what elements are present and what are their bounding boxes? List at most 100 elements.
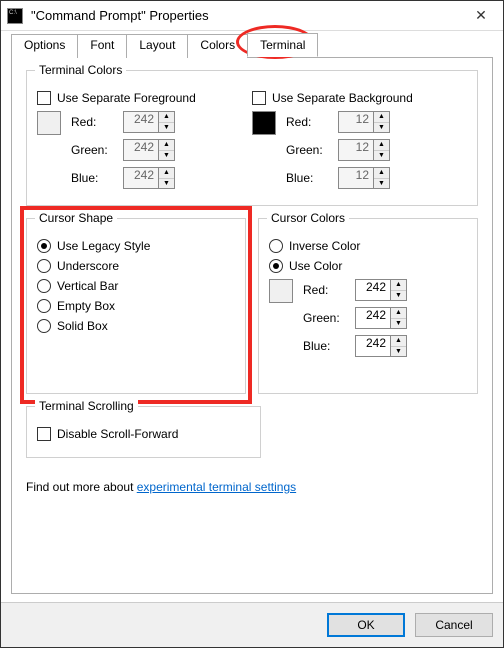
cursor-blue-spinner[interactable]: 242 ▲▼ — [355, 335, 407, 357]
spinner-buttons[interactable]: ▲▼ — [374, 167, 390, 189]
chevron-down-icon: ▼ — [374, 151, 389, 161]
group-cursor-shape: Cursor Shape Use Legacy Style Underscore… — [26, 218, 246, 394]
radio-inverse-color[interactable]: Inverse Color — [269, 239, 467, 253]
fg-red-label: Red: — [71, 115, 115, 129]
cancel-button[interactable]: Cancel — [415, 613, 493, 637]
chevron-up-icon: ▲ — [159, 168, 174, 179]
legend-terminal-colors: Terminal Colors — [35, 63, 126, 77]
help-link-prefix: Find out more about — [26, 480, 137, 494]
cursor-green-label: Green: — [303, 311, 347, 325]
legend-cursor-shape: Cursor Shape — [35, 211, 117, 225]
chevron-down-icon: ▼ — [391, 319, 406, 329]
help-link[interactable]: experimental terminal settings — [137, 480, 296, 494]
radio-icon — [37, 299, 51, 313]
radio-underscore[interactable]: Underscore — [37, 259, 235, 273]
cursor-green-spinner[interactable]: 242 ▲▼ — [355, 307, 407, 329]
radio-icon — [37, 319, 51, 333]
bg-green-spinner[interactable]: 12 ▲▼ — [338, 139, 390, 161]
close-button[interactable]: ✕ — [459, 1, 503, 31]
legend-terminal-scrolling: Terminal Scrolling — [35, 399, 138, 413]
radio-solid-box[interactable]: Solid Box — [37, 319, 235, 333]
bg-blue-label: Blue: — [286, 171, 330, 185]
checkbox-separate-foreground[interactable]: Use Separate Foreground — [37, 91, 252, 105]
client-area: Options Font Layout Colors Terminal Term… — [1, 31, 503, 602]
properties-window: "Command Prompt" Properties ✕ Options Fo… — [0, 0, 504, 648]
checkbox-disable-scroll-forward[interactable]: Disable Scroll-Forward — [37, 427, 250, 441]
fg-green-spinner[interactable]: 242 ▲▼ — [123, 139, 175, 161]
radio-empty-box[interactable]: Empty Box — [37, 299, 235, 313]
fg-blue-spinner[interactable]: 242 ▲▼ — [123, 167, 175, 189]
chevron-up-icon: ▲ — [374, 112, 389, 123]
fg-blue-value: 242 — [123, 167, 159, 189]
spinner-buttons[interactable]: ▲▼ — [159, 139, 175, 161]
spinner-buttons[interactable]: ▲▼ — [391, 279, 407, 301]
spinner-buttons[interactable]: ▲▼ — [159, 111, 175, 133]
bg-red-spinner[interactable]: 12 ▲▼ — [338, 111, 390, 133]
spinner-buttons[interactable]: ▲▼ — [391, 335, 407, 357]
cursor-blue-label: Blue: — [303, 339, 347, 353]
window-title: "Command Prompt" Properties — [31, 8, 459, 23]
radio-label: Underscore — [57, 259, 119, 273]
ok-button[interactable]: OK — [327, 613, 405, 637]
radio-vertical-bar[interactable]: Vertical Bar — [37, 279, 235, 293]
chevron-down-icon: ▼ — [391, 347, 406, 357]
cursor-red-spinner[interactable]: 242 ▲▼ — [355, 279, 407, 301]
chevron-down-icon: ▼ — [374, 179, 389, 189]
radio-label: Inverse Color — [289, 239, 360, 253]
group-cursor-colors: Cursor Colors Inverse Color Use Color — [258, 218, 478, 394]
fg-green-value: 242 — [123, 139, 159, 161]
cursor-red-value: 242 — [355, 279, 391, 301]
radio-label: Vertical Bar — [57, 279, 118, 293]
bg-red-value: 12 — [338, 111, 374, 133]
titlebar: "Command Prompt" Properties ✕ — [1, 1, 503, 31]
radio-label: Use Legacy Style — [57, 239, 150, 253]
radio-legacy-style[interactable]: Use Legacy Style — [37, 239, 235, 253]
chevron-down-icon: ▼ — [159, 151, 174, 161]
checkbox-separate-background[interactable]: Use Separate Background — [252, 91, 467, 105]
tabstrip: Options Font Layout Colors Terminal — [11, 33, 493, 57]
app-icon — [7, 8, 23, 24]
chevron-up-icon: ▲ — [159, 112, 174, 123]
chevron-up-icon: ▲ — [374, 140, 389, 151]
radio-icon — [269, 259, 283, 273]
tab-font[interactable]: Font — [77, 34, 127, 58]
checkbox-icon — [37, 91, 51, 105]
close-icon: ✕ — [475, 7, 487, 24]
radio-icon — [37, 239, 51, 253]
spinner-buttons[interactable]: ▲▼ — [374, 139, 390, 161]
legend-cursor-colors: Cursor Colors — [267, 211, 349, 225]
spinner-buttons[interactable]: ▲▼ — [391, 307, 407, 329]
chevron-down-icon: ▼ — [391, 291, 406, 301]
bg-green-label: Green: — [286, 143, 330, 157]
group-terminal-colors: Terminal Colors Use Separate Foreground — [26, 70, 478, 206]
checkbox-label: Disable Scroll-Forward — [57, 427, 178, 441]
tab-panel-terminal: Terminal Colors Use Separate Foreground — [11, 57, 493, 594]
tab-terminal[interactable]: Terminal — [247, 33, 318, 57]
cursor-color-swatch[interactable] — [269, 279, 293, 303]
fg-red-spinner[interactable]: 242 ▲▼ — [123, 111, 175, 133]
checkbox-icon — [37, 427, 51, 441]
bg-blue-spinner[interactable]: 12 ▲▼ — [338, 167, 390, 189]
tab-options[interactable]: Options — [11, 34, 78, 58]
radio-use-color[interactable]: Use Color — [269, 259, 467, 273]
chevron-up-icon: ▲ — [391, 336, 406, 347]
spinner-buttons[interactable]: ▲▼ — [374, 111, 390, 133]
checkbox-icon — [252, 91, 266, 105]
bg-green-value: 12 — [338, 139, 374, 161]
chevron-down-icon: ▼ — [159, 123, 174, 133]
tab-colors[interactable]: Colors — [187, 34, 248, 58]
chevron-up-icon: ▲ — [374, 168, 389, 179]
group-terminal-scrolling: Terminal Scrolling Disable Scroll-Forwar… — [26, 406, 261, 458]
chevron-up-icon: ▲ — [391, 308, 406, 319]
chevron-down-icon: ▼ — [159, 179, 174, 189]
chevron-down-icon: ▼ — [374, 123, 389, 133]
radio-icon — [37, 259, 51, 273]
spinner-buttons[interactable]: ▲▼ — [159, 167, 175, 189]
cursor-blue-value: 242 — [355, 335, 391, 357]
fg-blue-label: Blue: — [71, 171, 115, 185]
tab-layout[interactable]: Layout — [126, 34, 188, 58]
foreground-swatch[interactable] — [37, 111, 61, 135]
chevron-up-icon: ▲ — [159, 140, 174, 151]
background-swatch[interactable] — [252, 111, 276, 135]
bg-red-label: Red: — [286, 115, 330, 129]
